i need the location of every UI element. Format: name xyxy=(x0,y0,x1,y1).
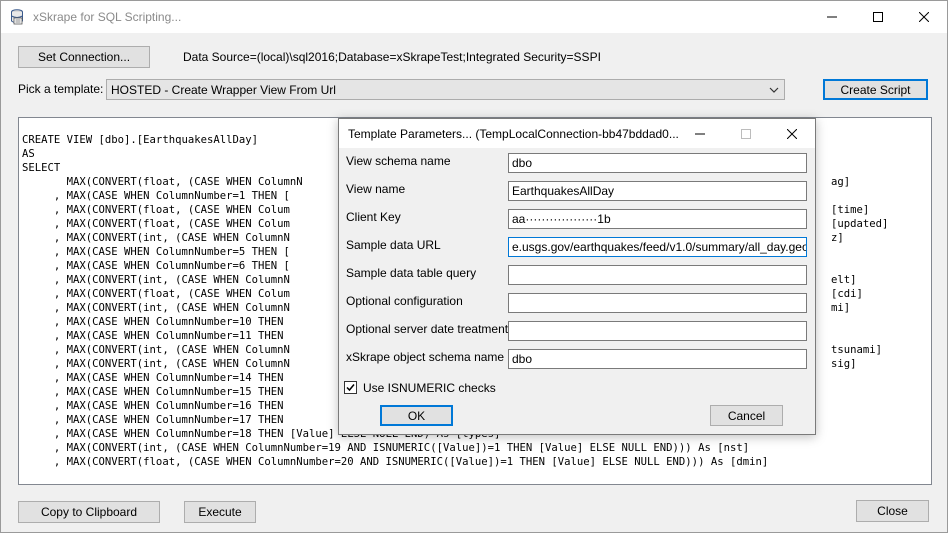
sample-data-url-input[interactable]: e.usgs.gov/earthquakes/feed/v1.0/summary… xyxy=(508,237,807,257)
optional-configuration-input[interactable] xyxy=(508,293,807,313)
code-line: , MAX(CONVERT(int, (CASE WHEN ColumnN xyxy=(22,344,290,356)
param-label-optional-configuration: Optional configuration xyxy=(346,294,463,308)
code-line: , MAX(CONVERT(float, (CASE WHEN Colum xyxy=(22,204,290,216)
code-line-fragment: z] xyxy=(831,232,844,244)
code-line: , MAX(CONVERT(float, (CASE WHEN Colum xyxy=(22,288,290,300)
connection-string: Data Source=(local)\sql2016;Database=xSk… xyxy=(183,50,601,64)
maximize-button[interactable] xyxy=(855,1,901,33)
code-line: , MAX(CASE WHEN ColumnNumber=5 THEN [ xyxy=(22,246,290,258)
maximize-icon xyxy=(741,128,751,139)
code-line: , MAX(CASE WHEN ColumnNumber=6 THEN [ xyxy=(22,260,290,272)
code-line-fragment: tsunami] xyxy=(831,344,883,356)
code-line: , MAX(CASE WHEN ColumnNumber=1 THEN [ xyxy=(22,190,290,202)
minimize-icon xyxy=(695,133,705,134)
code-line: , MAX(CASE WHEN ColumnNumber=16 THEN xyxy=(22,400,284,412)
code-line-fragment: [cdi] xyxy=(831,288,863,300)
close-icon xyxy=(919,12,929,22)
maximize-icon xyxy=(873,12,883,22)
view-schema-name-input[interactable]: dbo xyxy=(508,153,807,173)
code-line: , MAX(CONVERT(int, (CASE WHEN ColumnN xyxy=(22,274,290,286)
cancel-button[interactable]: Cancel xyxy=(710,405,783,426)
minimize-button[interactable] xyxy=(809,1,855,33)
param-label-view-schema-name: View schema name xyxy=(346,154,451,168)
param-label-view-name: View name xyxy=(346,182,406,196)
create-script-button[interactable]: Create Script xyxy=(823,79,928,100)
code-line: , MAX(CONVERT(float, (CASE WHEN Colum xyxy=(22,218,290,230)
dialog-title-bar: Template Parameters... (TempLocalConnect… xyxy=(339,119,815,148)
main-window: xSkrape for SQL Scripting... Set Connect… xyxy=(0,0,948,533)
minimize-icon xyxy=(827,16,837,18)
template-select[interactable]: HOSTED - Create Wrapper View From Url xyxy=(106,79,785,100)
code-line: , MAX(CONVERT(float, (CASE WHEN ColumnNu… xyxy=(22,456,769,468)
code-line: , MAX(CASE WHEN ColumnNumber=14 THEN xyxy=(22,372,284,384)
close-window-button[interactable] xyxy=(901,1,947,33)
dialog-close-button[interactable] xyxy=(769,119,815,148)
code-line: CREATE VIEW [dbo].[EarthquakesAllDay] xyxy=(22,134,258,146)
code-line: , MAX(CONVERT(int, (CASE WHEN ColumnN xyxy=(22,358,290,370)
code-line: , MAX(CASE WHEN ColumnNumber=17 THEN xyxy=(22,414,284,426)
code-line: AS xyxy=(22,148,35,160)
close-button[interactable]: Close xyxy=(856,500,929,522)
optional-server-date-treatment-input[interactable] xyxy=(508,321,807,341)
dialog-title: Template Parameters... (TempLocalConnect… xyxy=(348,127,679,141)
param-label-sample-data-url: Sample data URL xyxy=(346,238,441,252)
param-label-client-key: Client Key xyxy=(346,210,401,224)
code-line: , MAX(CASE WHEN ColumnNumber=11 THEN xyxy=(22,330,284,342)
code-line: , MAX(CONVERT(int, (CASE WHEN ColumnN xyxy=(22,302,290,314)
checkmark-icon xyxy=(346,384,355,392)
pick-template-label: Pick a template: xyxy=(18,82,104,96)
param-label-xskrape-object-schema-name: xSkrape object schema name xyxy=(346,350,505,364)
code-line: , MAX(CASE WHEN ColumnNumber=15 THEN xyxy=(22,386,284,398)
code-line-fragment: sig] xyxy=(831,358,857,370)
code-line: , MAX(CASE WHEN ColumnNumber=10 THEN xyxy=(22,316,284,328)
use-isnumeric-checkbox[interactable] xyxy=(344,381,357,394)
use-isnumeric-label[interactable]: Use ISNUMERIC checks xyxy=(363,381,496,395)
code-line-fragment: [updated] xyxy=(831,218,889,230)
param-label-sample-data-table-query: Sample data table query xyxy=(346,266,477,280)
xskrape-object-schema-name-input[interactable]: dbo xyxy=(508,349,807,369)
dialog-minimize-button[interactable] xyxy=(677,119,723,148)
template-parameters-dialog: Template Parameters... (TempLocalConnect… xyxy=(338,118,816,435)
param-label-optional-server-date-treatment: Optional server date treatment xyxy=(346,322,509,336)
window-title: xSkrape for SQL Scripting... xyxy=(33,10,182,24)
code-line: SELECT xyxy=(22,162,61,174)
code-line-fragment: [time] xyxy=(831,204,870,216)
ok-button[interactable]: OK xyxy=(380,405,453,426)
sample-data-table-query-input[interactable] xyxy=(508,265,807,285)
execute-button[interactable]: Execute xyxy=(184,501,256,523)
code-line: MAX(CONVERT(float, (CASE WHEN ColumnN xyxy=(22,176,303,188)
dialog-maximize-button[interactable] xyxy=(723,119,769,148)
client-key-input[interactable]: aa··················1b xyxy=(508,209,807,229)
template-selected-value: HOSTED - Create Wrapper View From Url xyxy=(111,83,336,97)
code-line: , MAX(CONVERT(int, (CASE WHEN ColumnNumb… xyxy=(22,442,750,454)
code-line: , MAX(CONVERT(int, (CASE WHEN ColumnN xyxy=(22,232,290,244)
code-line-fragment: ag] xyxy=(831,176,851,188)
view-name-input[interactable]: EarthquakesAllDay xyxy=(508,181,807,201)
database-script-icon xyxy=(11,9,23,25)
set-connection-button[interactable]: Set Connection... xyxy=(18,46,150,68)
chevron-down-icon xyxy=(769,87,779,93)
copy-to-clipboard-button[interactable]: Copy to Clipboard xyxy=(18,501,160,523)
close-icon xyxy=(787,128,797,139)
code-line-fragment: mi] xyxy=(831,302,851,314)
code-line-fragment: elt] xyxy=(831,274,857,286)
title-bar: xSkrape for SQL Scripting... xyxy=(1,1,947,33)
